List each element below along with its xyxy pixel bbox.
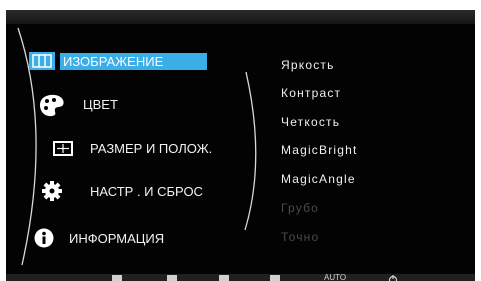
up-button-icon[interactable] [218, 275, 230, 281]
gear-icon [42, 181, 62, 204]
menu-item-label: ИЗОБРАЖЕНИЕ [60, 52, 208, 70]
submenu-item-magicbright[interactable]: MagicBright [281, 143, 358, 157]
submenu-item-fine: Точно [281, 230, 320, 244]
menu-item-label: НАСТР . И СБРОС [90, 183, 203, 199]
info-icon [34, 228, 54, 251]
size-position-icon [52, 140, 74, 160]
submenu-item-magicangle[interactable]: MagicAngle [281, 172, 356, 186]
submenu-item-coarse: Грубо [281, 201, 320, 215]
menu-item-label: ЦВЕТ [83, 96, 118, 112]
enter-button-icon[interactable] [269, 275, 281, 281]
menu-button-icon[interactable] [111, 275, 123, 281]
menu-item-label: РАЗМЕР И ПОЛОЖ. [90, 140, 213, 156]
submenu-item-sharpness[interactable]: Четкость [281, 115, 340, 129]
auto-button[interactable]: AUTO [324, 273, 346, 281]
bottom-button-bar [6, 274, 475, 281]
menu-item-color[interactable]: ЦВЕТ [38, 93, 118, 117]
picture-icon [29, 52, 55, 70]
submenu-item-brightness[interactable]: Яркость [281, 58, 335, 72]
menu-item-label: ИНФОРМАЦИЯ [69, 230, 165, 246]
power-button-icon[interactable] [388, 275, 398, 281]
palette-icon [38, 93, 66, 120]
menu-item-image[interactable]: ИЗОБРАЖЕНИЕ [29, 50, 208, 72]
submenu-item-contrast[interactable]: Контраст [281, 86, 341, 100]
down-button-icon[interactable] [166, 275, 178, 281]
menu-item-size-position[interactable]: РАЗМЕР И ПОЛОЖ. [52, 137, 212, 159]
menu-item-setup-reset[interactable]: НАСТР . И СБРОС [42, 180, 203, 202]
osd-menu: ИЗОБРАЖЕНИЕ ЦВЕТ РАЗМЕР И ПОЛОЖ. НАСТР .… [6, 10, 475, 281]
menu-item-information[interactable]: ИНФОРМАЦИЯ [34, 227, 164, 249]
